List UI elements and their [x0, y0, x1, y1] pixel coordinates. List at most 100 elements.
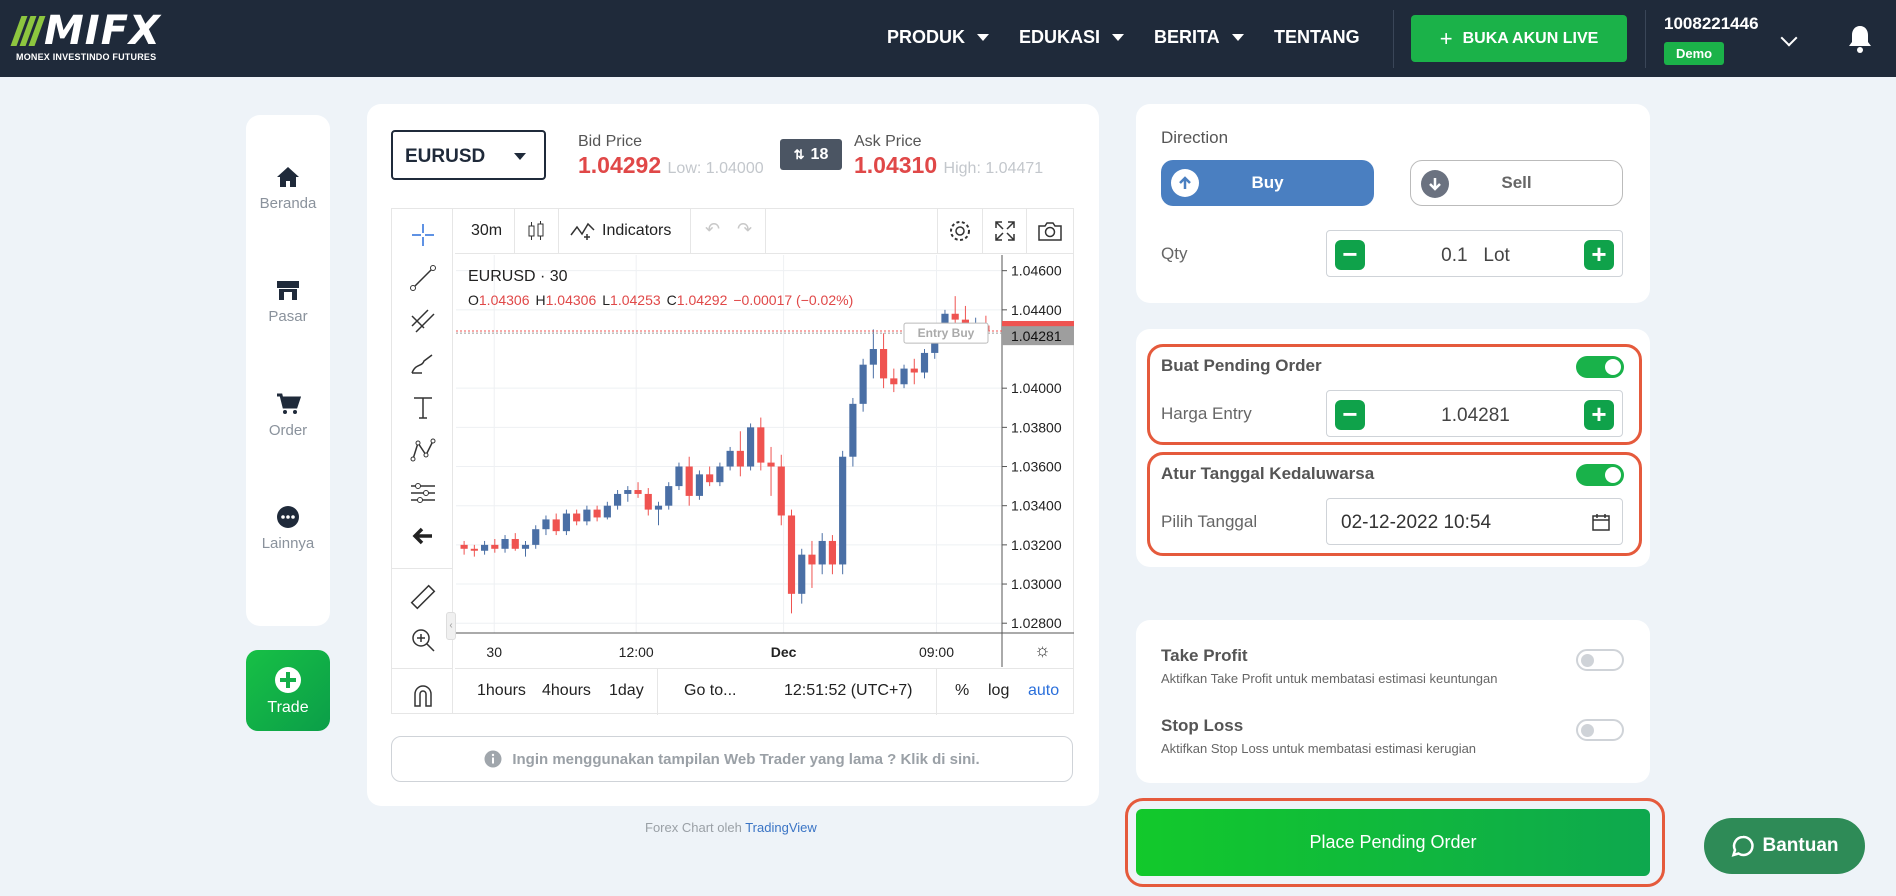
candle — [808, 540, 816, 588]
candle — [951, 296, 959, 326]
candle-body — [828, 540, 837, 565]
nav-tentang[interactable]: TENTANG — [1274, 27, 1360, 48]
candle — [613, 490, 622, 510]
magnet-icon[interactable] — [408, 680, 438, 710]
crosshair-icon[interactable] — [408, 220, 438, 250]
range-1hours[interactable]: 1hours — [477, 682, 526, 700]
indicators-icon — [570, 222, 595, 240]
candle-body — [552, 519, 560, 532]
candle — [818, 533, 826, 575]
symbol-select[interactable]: EURUSD — [391, 130, 546, 180]
candle-body — [613, 493, 622, 506]
x-tick-label: 12:00 — [619, 644, 654, 660]
candle — [521, 540, 530, 557]
percent-scale-toggle[interactable]: % — [955, 682, 969, 700]
bell-icon[interactable] — [1846, 24, 1874, 59]
log-scale-toggle[interactable]: log — [988, 682, 1009, 700]
text-tool-icon[interactable] — [408, 392, 438, 422]
qty-label: Qty — [1161, 244, 1188, 263]
sidebar-item-pasar[interactable]: Pasar — [246, 278, 330, 325]
candle-body — [736, 450, 744, 467]
y-tick-label: 1.03800 — [1011, 419, 1062, 435]
qty-stepper: − 0.1 Lot + — [1326, 230, 1623, 277]
candle-body — [634, 490, 642, 494]
plus-icon: + — [1439, 25, 1453, 51]
candle-body — [746, 427, 755, 467]
qty-value[interactable]: 0.1 Lot — [1327, 245, 1624, 267]
sidebar-item-beranda[interactable]: Beranda — [246, 165, 330, 212]
tradingview-link[interactable]: TradingView — [745, 820, 817, 835]
candle-body — [910, 368, 918, 373]
candle — [593, 505, 601, 522]
prediction-tool-icon[interactable] — [408, 478, 438, 508]
nav-produk[interactable]: PRODUK — [887, 27, 990, 48]
entry-price-tag: 1.04281 — [1002, 326, 1074, 346]
candle — [665, 482, 673, 510]
top-navbar: MIFX MONEX INVESTINDO FUTURES PRODUK EDU… — [0, 0, 1896, 77]
logo-bars-icon — [10, 16, 46, 46]
chart-clock[interactable]: 12:51:52 (UTC+7) — [784, 682, 913, 700]
sell-button[interactable]: Sell — [1410, 160, 1623, 206]
svg-text:1.04281: 1.04281 — [1011, 328, 1062, 344]
zoom-in-icon[interactable] — [408, 625, 438, 655]
candle — [460, 540, 468, 555]
goto-date-button[interactable]: Go to... — [684, 682, 736, 700]
range-4hours[interactable]: 4hours — [542, 682, 591, 700]
take-profit-toggle[interactable] — [1576, 649, 1624, 671]
mifx-logo[interactable]: MIFX MONEX INVESTINDO FUTURES — [10, 11, 161, 62]
collapse-toolbar-handle[interactable]: ‹ — [446, 612, 456, 640]
chart-settings-sun-icon[interactable]: ☼ — [1034, 640, 1051, 660]
ruler-icon[interactable] — [408, 582, 438, 612]
pattern-tool-icon[interactable] — [408, 435, 438, 465]
trade-button[interactable]: Trade — [246, 650, 330, 731]
candle — [757, 417, 765, 471]
buy-button[interactable]: Buy — [1161, 160, 1374, 206]
account-dropdown-icon[interactable] — [1780, 29, 1798, 47]
candle — [849, 397, 857, 467]
redo-icon[interactable]: ↷ — [737, 219, 752, 240]
trend-line-icon[interactable] — [408, 263, 438, 293]
candlestick-chart[interactable]: EURUSD · 30 O1.04306 H1.04306 L1.04253 C1.0… — [456, 255, 1074, 667]
interval-selector[interactable]: 30m — [471, 222, 502, 240]
stop-loss-toggle[interactable] — [1576, 719, 1624, 741]
take-profit-label: Take Profit — [1161, 646, 1248, 665]
sidebar-item-lainnya[interactable]: Lainnya — [246, 505, 330, 552]
ask-price-label: Ask Price — [854, 133, 922, 150]
settings-gear-icon[interactable] — [948, 219, 972, 243]
x-tick-label: Dec — [771, 644, 797, 660]
sidebar-item-order[interactable]: Order — [246, 392, 330, 439]
camera-icon[interactable] — [1037, 220, 1063, 242]
candle — [859, 358, 867, 412]
direction-card: Direction Buy Sell Qty − 0.1 Lot + — [1136, 104, 1650, 303]
open-live-account-button[interactable]: + BUKA AKUN LIVE — [1411, 15, 1627, 62]
fib-tool-icon[interactable] — [408, 306, 438, 336]
fullscreen-icon[interactable] — [994, 220, 1016, 242]
arrow-left-icon[interactable] — [408, 521, 438, 551]
candle — [634, 482, 642, 498]
direction-label: Direction — [1161, 128, 1229, 147]
help-chat-button[interactable]: Bantuan — [1704, 818, 1865, 874]
candle-body — [951, 313, 959, 320]
take-profit-desc: Aktifkan Take Profit untuk membatasi est… — [1161, 671, 1498, 686]
daily-high: High: 1.04471 — [943, 160, 1044, 177]
candle-style-icon[interactable] — [525, 220, 547, 242]
entry-buy-marker[interactable]: Entry Buy — [903, 322, 989, 344]
indicators-button[interactable]: Indicators — [570, 221, 671, 241]
undo-icon[interactable]: ↶ — [705, 219, 720, 240]
legacy-webtrader-link[interactable]: Ingin menggunakan tampilan Web Trader ya… — [391, 736, 1073, 782]
candle-body — [480, 544, 489, 551]
chart-symbol-title: EURUSD · 30 — [468, 268, 568, 285]
nav-edukasi[interactable]: EDUKASI — [1019, 27, 1125, 48]
candle-body — [818, 540, 826, 565]
candle-body — [624, 490, 632, 494]
candle-body — [521, 544, 530, 549]
candle-body — [879, 349, 888, 379]
qty-plus-button[interactable]: + — [1584, 240, 1614, 270]
range-1day[interactable]: 1day — [609, 682, 644, 700]
candle — [746, 423, 755, 471]
auto-scale-toggle[interactable]: auto — [1028, 682, 1059, 700]
candle-body — [787, 515, 796, 594]
brush-icon[interactable] — [408, 349, 438, 379]
candle — [491, 538, 499, 553]
nav-berita[interactable]: BERITA — [1154, 27, 1244, 48]
